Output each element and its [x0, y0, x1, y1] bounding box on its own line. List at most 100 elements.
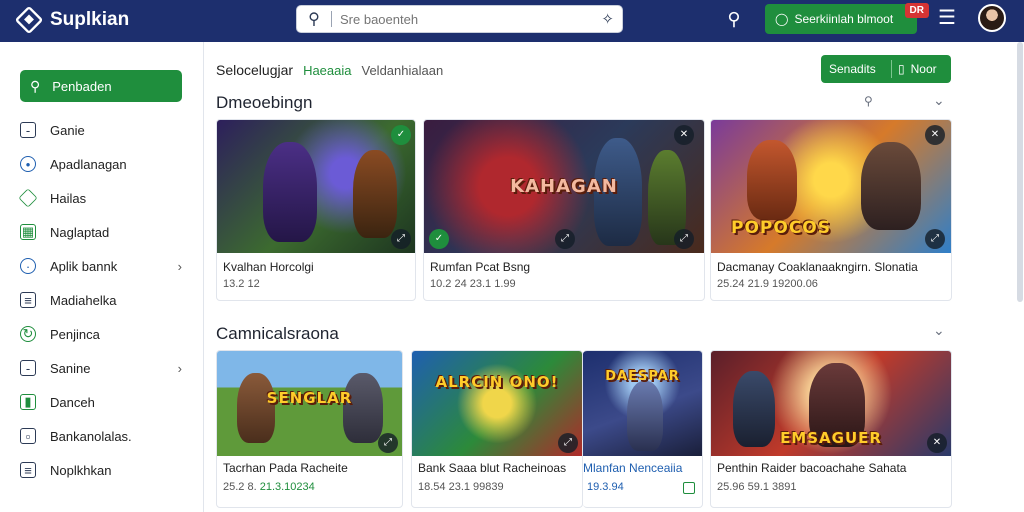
- scrollbar[interactable]: [1017, 42, 1023, 302]
- search-bar[interactable]: ⚲ ✧: [296, 5, 623, 33]
- game-thumbnail: [217, 120, 415, 253]
- game-card[interactable]: KAHAGAN ✓ ⤢ ✕ ⤢ Rumfan Pcat Bsng 10.2 24…: [423, 119, 705, 301]
- close-icon[interactable]: ✕: [927, 433, 947, 453]
- sidebar-item-apadlanagan[interactable]: • Apadlanagan: [20, 152, 184, 176]
- card-meta: 19.3.94: [587, 481, 624, 493]
- tab-veldanhialaan[interactable]: Veldanhialaan: [362, 63, 444, 78]
- filter-icon[interactable]: ⚲: [864, 94, 873, 108]
- compass-icon: ·: [20, 258, 36, 274]
- game-card[interactable]: ALRCIN ONO! ⤢ Bank Saaa blut Racheinoas …: [411, 350, 583, 508]
- expand-icon[interactable]: ⤢: [558, 433, 578, 453]
- card-title: Mlanfan Nenceaiia: [583, 461, 682, 475]
- game-thumbnail: EMSAGUER: [711, 351, 951, 456]
- sidebar-item-bankanolalas[interactable]: ▫ Bankanolalas.: [20, 424, 184, 448]
- chevron-down-icon[interactable]: ⌄: [933, 322, 945, 339]
- expand-icon[interactable]: ⤢: [555, 229, 575, 249]
- game-card[interactable]: SENGLAR ⤢ Tacrhan Pada Racheite 25.2 8. …: [216, 350, 403, 508]
- action-divider: [891, 60, 892, 78]
- card-meta: 13.2 12: [223, 278, 260, 290]
- file-icon: ≡: [20, 462, 36, 478]
- card-meta: 25.2 8. 21.3.10234: [223, 481, 315, 493]
- game-art-title: POPOCOS: [731, 218, 831, 238]
- sidebar-item-label: Ganie: [50, 122, 85, 138]
- square-icon: -: [20, 122, 36, 138]
- sidebar-item-penjinca[interactable]: ↻ Penjinca: [20, 322, 184, 346]
- card-title: Bank Saaa blut Racheinoas: [418, 461, 567, 475]
- sidebar-item-danceh[interactable]: ▮ Danceh: [20, 390, 184, 414]
- sidebar-item-label: Bankanolalas.: [50, 428, 132, 444]
- sidebar-item-label: Hailas: [50, 190, 87, 206]
- card-meta-value: 25.2 8.: [223, 481, 257, 493]
- sidebar-item-label: Noplkhkan: [50, 462, 112, 478]
- sidebar-item-label: Sanine: [50, 360, 91, 376]
- card-title: Penthin Raider bacoachahe Sahata: [717, 461, 907, 475]
- app-logo[interactable]: Suplkian: [14, 5, 129, 35]
- game-card[interactable]: POPOCOS ✕ ⤢ Dacmanay Coaklanaakngirn. Sl…: [710, 119, 952, 301]
- card-meta: 25.24 21.9 19200.06: [717, 278, 818, 290]
- search-divider: [331, 11, 332, 27]
- box-icon: ▫: [20, 428, 36, 444]
- sidebar-item-label: Naglaptad: [50, 224, 110, 240]
- tab-haeaaia[interactable]: Haeaaia: [303, 63, 351, 78]
- close-icon[interactable]: ✕: [674, 125, 694, 145]
- sidebar-item-sanine[interactable]: - Sanine ›: [20, 356, 184, 380]
- sidebar-item-label: Madiahelka: [50, 292, 117, 308]
- chevron-down-icon[interactable]: ⌄: [933, 92, 945, 109]
- hamburger-menu-icon[interactable]: ☰: [936, 8, 958, 28]
- expand-icon[interactable]: ⤢: [925, 229, 945, 249]
- sidebar-item-aplik-bannk[interactable]: · Aplik bannk ›: [20, 254, 184, 278]
- sidebar-item-hailas[interactable]: Hailas: [18, 186, 184, 210]
- game-art-title: EMSAGUER: [780, 429, 882, 447]
- top-bar: Suplkian ⚲ ✧ ⚲ ◯ Seerkiinlah blmoot DR ☰: [0, 0, 1024, 42]
- section-title: Dmeoebingn: [216, 93, 313, 112]
- drop-icon: •: [20, 156, 36, 172]
- tab-selocelugjar[interactable]: Selocelugjar: [216, 62, 293, 78]
- card-title: Rumfan Pcat Bsng: [430, 260, 531, 274]
- search-button[interactable]: ⚲: [722, 7, 746, 31]
- notification-badge: DR: [904, 3, 929, 18]
- search-icon: ⚲: [30, 77, 41, 94]
- sidebar-item-label: Danceh: [50, 394, 95, 410]
- sidebar-primary-label: Penbaden: [52, 78, 112, 94]
- user-avatar[interactable]: [978, 4, 1006, 32]
- card-title-text: Mlanfan Nenceaiia: [583, 461, 683, 475]
- refresh-icon: ↻: [20, 326, 36, 342]
- game-card[interactable]: ✓ ⤢ Kvalhan Horcolgi 13.2 12: [216, 119, 416, 301]
- sidebar: ⚲ Penbaden - Ganie • Apadlanagan Hailas …: [0, 42, 204, 512]
- list-icon: -: [20, 360, 36, 376]
- chat-icon: ◯: [775, 12, 789, 26]
- close-icon[interactable]: ✕: [925, 125, 945, 145]
- diamond-logo-icon: [14, 5, 44, 35]
- card-meta: 10.2 24 23.1 1.99: [430, 278, 516, 290]
- card-title: Kvalhan Horcolgi: [223, 260, 314, 274]
- sidebar-item-naglaptad[interactable]: ▦ Naglaptad: [20, 220, 184, 244]
- game-card[interactable]: EMSAGUER ✕ Penthin Raider bacoachahe Sah…: [710, 350, 952, 508]
- sidebar-item-ganie[interactable]: - Ganie: [20, 118, 184, 142]
- expand-icon[interactable]: ⤢: [378, 433, 398, 453]
- expand-icon[interactable]: ⤢: [391, 229, 411, 249]
- diamond-icon: [18, 188, 38, 208]
- primary-action-button[interactable]: Senadits: [821, 62, 885, 76]
- secondary-action-button[interactable]: ▯ Noor: [898, 62, 937, 76]
- expand-icon[interactable]: ⤢: [674, 229, 694, 249]
- game-thumbnail: ALRCIN ONO!: [412, 351, 582, 456]
- card-meta: 18.54 23.1 99839: [418, 481, 504, 493]
- cta-button[interactable]: ◯ Seerkiinlah blmoot DR: [765, 3, 929, 34]
- bookmark-icon: ▯: [898, 62, 905, 76]
- voice-search-icon[interactable]: ✧: [601, 10, 614, 28]
- tab-bar: Selocelugjar Haeaaia Veldanhialaan: [216, 62, 443, 78]
- sidebar-item-noplkhkan[interactable]: ≡ Noplkhkan: [20, 458, 184, 482]
- main-content: Selocelugjar Haeaaia Veldanhialaan Senad…: [204, 42, 1024, 512]
- sidebar-item-label: Penjinca: [50, 326, 100, 342]
- chevron-right-icon: ›: [177, 360, 182, 376]
- card-title: Dacmanay Coaklanaakngirn. Slonatia: [717, 260, 918, 274]
- game-card[interactable]: DAESPAR Mlanfan Nenceaiia 19.3.94: [583, 350, 703, 508]
- card-meta: 25.96 59.1 3891: [717, 481, 797, 493]
- sidebar-item-madiahelka[interactable]: ≡ Madiahelka: [20, 288, 184, 312]
- search-input[interactable]: [340, 11, 594, 27]
- sidebar-item-label: Apadlanagan: [50, 156, 127, 172]
- external-link-icon[interactable]: [683, 482, 695, 494]
- sidebar-primary-button[interactable]: ⚲ Penbaden: [20, 70, 182, 102]
- game-thumbnail: POPOCOS: [711, 120, 951, 253]
- section-title: Camnicalsraona: [216, 324, 339, 343]
